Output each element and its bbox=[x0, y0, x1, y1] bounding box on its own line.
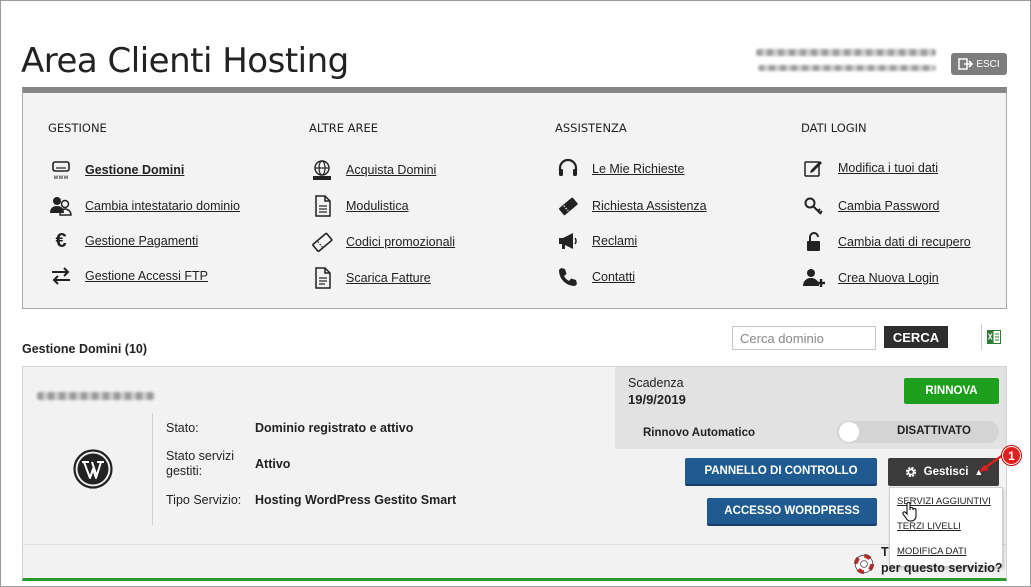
services-status-label-2: gestiti: bbox=[166, 464, 203, 478]
menu-label: Codici promozionali bbox=[346, 235, 456, 249]
domain-name-redacted bbox=[37, 392, 155, 400]
users-icon bbox=[48, 193, 74, 219]
dropdown-item-modifica-dati[interactable]: MODIFICA DATI bbox=[897, 546, 967, 557]
document-icon bbox=[309, 193, 335, 219]
menu-label: Reclami bbox=[592, 234, 638, 248]
search-button[interactable]: CERCA bbox=[884, 326, 948, 348]
lifebuoy-icon bbox=[854, 554, 874, 574]
page-title: Area Clienti Hosting bbox=[21, 41, 349, 81]
unlock-icon bbox=[801, 229, 827, 255]
menu-item-contatti[interactable]: Contatti bbox=[555, 264, 635, 290]
hand-cursor-icon bbox=[901, 501, 919, 523]
user-name-redacted bbox=[756, 49, 936, 56]
menu-item-gestione-pagamenti[interactable]: € Gestione Pagamenti bbox=[48, 228, 198, 254]
wordpress-access-button[interactable]: ACCESSO WORDPRESS bbox=[707, 498, 877, 526]
exit-button[interactable]: ESCI bbox=[951, 53, 1007, 75]
menu-heading-gestione: GESTIONE bbox=[48, 121, 107, 135]
globe-www-icon bbox=[309, 157, 335, 183]
status-label: Stato: bbox=[166, 421, 199, 435]
manage-dropdown-menu: SERVIZI AGGIUNTIVI TERZI LIVELLI MODIFIC… bbox=[889, 487, 1003, 567]
menu-label: Acquista Domini bbox=[346, 163, 437, 177]
wordpress-logo-icon bbox=[73, 449, 113, 489]
services-status-label-1: Stato servizi bbox=[166, 449, 235, 463]
svg-text:www: www bbox=[54, 174, 69, 181]
domains-section-title: Gestione Domini (10) bbox=[22, 342, 148, 356]
menu-label: Gestione Domini bbox=[85, 163, 185, 177]
card-divider bbox=[152, 413, 153, 525]
menu-heading-assistenza: ASSISTENZA bbox=[555, 121, 627, 135]
transfer-arrows-icon bbox=[48, 263, 74, 289]
menu-item-le-mie-richieste[interactable]: Le Mie Richieste bbox=[555, 156, 684, 182]
menu-label: Richiesta Assistenza bbox=[592, 199, 707, 213]
menu-item-gestione-domini[interactable]: www Gestione Domini bbox=[48, 157, 184, 183]
menu-label: Crea Nuova Login bbox=[838, 271, 939, 285]
add-user-icon bbox=[801, 265, 827, 291]
edit-icon bbox=[801, 155, 827, 181]
help-text-line-2[interactable]: per questo servizio? bbox=[881, 561, 1003, 575]
headset-icon bbox=[555, 156, 581, 182]
menu-label: Cambia Password bbox=[838, 199, 940, 213]
menu-item-scarica-fatture[interactable]: Scarica Fatture bbox=[309, 265, 431, 291]
card-divider-horizontal bbox=[23, 544, 1006, 545]
manage-label: Gestisci bbox=[923, 466, 969, 478]
toggle-knob bbox=[839, 422, 859, 442]
invoice-icon bbox=[309, 265, 335, 291]
menu-heading-altre-aree: ALTRE AREE bbox=[309, 121, 379, 135]
services-status-value: Attivo bbox=[255, 457, 291, 471]
menu-item-cambia-intestatario[interactable]: Cambia intestatario dominio bbox=[48, 193, 240, 219]
menu-label: Modulistica bbox=[346, 199, 409, 213]
excel-export-icon[interactable] bbox=[981, 324, 1001, 350]
control-panel-button[interactable]: PANNELLO DI CONTROLLO bbox=[685, 458, 877, 486]
search-domain-input[interactable] bbox=[732, 326, 876, 350]
callout-badge: 1 bbox=[1002, 446, 1021, 465]
menu-heading-dati-login: DATI LOGIN bbox=[801, 121, 867, 135]
menu-label: Contatti bbox=[592, 270, 636, 284]
menu-item-codici-promozionali[interactable]: Codici promozionali bbox=[309, 229, 455, 255]
expiry-date: 19/9/2019 bbox=[628, 392, 686, 407]
menu-label: Cambia intestatario dominio bbox=[85, 199, 240, 213]
status-value: Dominio registrato e attivo bbox=[255, 421, 414, 435]
menu-item-cambia-password[interactable]: Cambia Password bbox=[801, 193, 939, 219]
ticket-icon bbox=[555, 193, 581, 219]
service-type-label: Tipo Servizio: bbox=[166, 493, 242, 507]
www-drive-icon: www bbox=[48, 157, 74, 183]
menu-label: Modifica i tuoi dati bbox=[838, 161, 939, 175]
menu-item-gestione-ftp[interactable]: Gestione Accessi FTP bbox=[48, 263, 208, 289]
auto-renew-label: Rinnovo Automatico bbox=[643, 427, 756, 439]
menu-item-crea-login[interactable]: Crea Nuova Login bbox=[801, 265, 939, 291]
menu-label: Cambia dati di recupero bbox=[838, 235, 971, 249]
key-icon bbox=[801, 193, 827, 219]
menu-panel: GESTIONE www Gestione Domini Cambia inte… bbox=[22, 87, 1007, 309]
menu-item-cambia-recupero[interactable]: Cambia dati di recupero bbox=[801, 229, 971, 255]
help-text-line-1: T bbox=[881, 545, 889, 559]
logout-icon bbox=[958, 58, 974, 70]
phone-icon bbox=[555, 264, 581, 290]
megaphone-icon bbox=[555, 228, 581, 254]
menu-label: Gestione Accessi FTP bbox=[85, 269, 208, 283]
menu-label: Gestione Pagamenti bbox=[85, 234, 199, 248]
euro-icon: € bbox=[55, 229, 67, 252]
expiry-label: Scadenza bbox=[628, 376, 684, 390]
menu-label: Le Mie Richieste bbox=[592, 162, 685, 176]
user-email-redacted bbox=[758, 65, 936, 71]
ticket-icon bbox=[309, 229, 335, 255]
gear-icon bbox=[905, 466, 916, 478]
toggle-state-label: DISATTIVATO bbox=[897, 425, 971, 437]
menu-item-acquista-domini[interactable]: Acquista Domini bbox=[309, 157, 436, 183]
service-type-value: Hosting WordPress Gestito Smart bbox=[255, 493, 457, 507]
exit-label: ESCI bbox=[976, 58, 1000, 70]
renew-button[interactable]: RINNOVA bbox=[904, 378, 999, 404]
menu-item-modifica-dati[interactable]: Modifica i tuoi dati bbox=[801, 155, 938, 181]
menu-item-modulistica[interactable]: Modulistica bbox=[309, 193, 409, 219]
menu-item-richiesta-assistenza[interactable]: Richiesta Assistenza bbox=[555, 193, 707, 219]
callout-arrow bbox=[977, 453, 1005, 475]
menu-item-reclami[interactable]: Reclami bbox=[555, 228, 637, 254]
menu-label: Scarica Fatture bbox=[346, 271, 431, 285]
